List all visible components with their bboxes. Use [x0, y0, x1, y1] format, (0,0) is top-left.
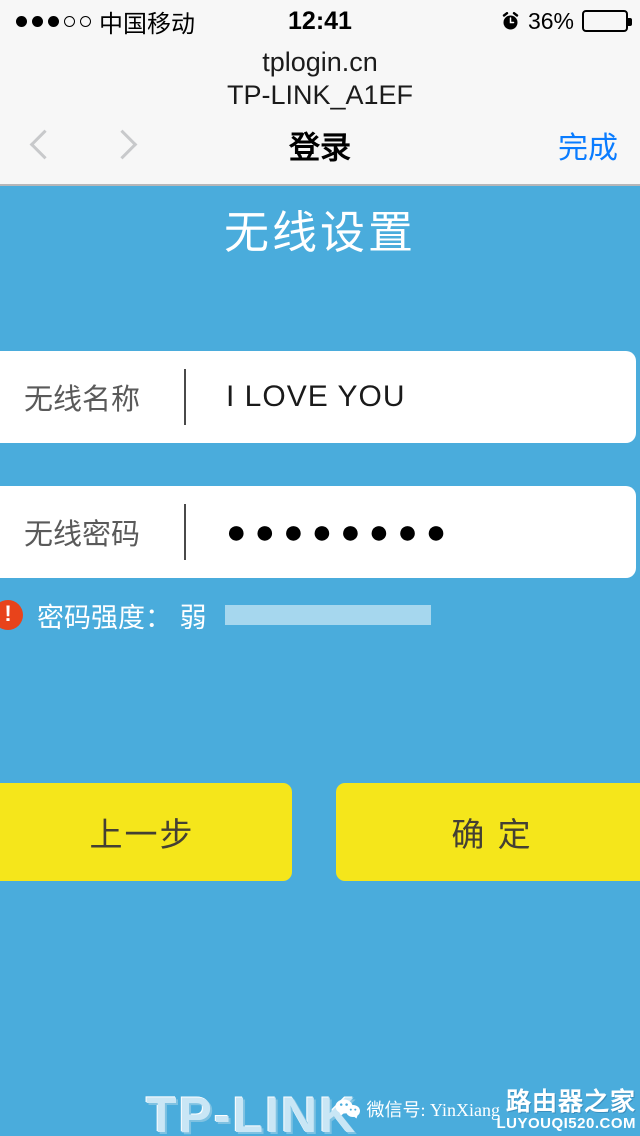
wireless-name-input[interactable]: I LOVE YOU — [226, 380, 406, 414]
router-setup-page: 无线设置 无线名称 I LOVE YOU 无线密码 ●●●●●●●● ! 密码强… — [0, 186, 640, 1136]
password-strength-bar — [224, 605, 431, 625]
wechat-icon — [335, 1098, 361, 1120]
battery-icon — [582, 10, 632, 32]
wechat-id-text: 微信号: YinXiang — [366, 1100, 501, 1120]
wireless-password-input[interactable]: ●●●●●●●● — [226, 513, 454, 552]
password-strength-indicator: ! 密码强度： 弱 — [0, 592, 640, 638]
status-bar: 中国移动 12:41 36% — [0, 0, 640, 42]
wireless-password-field[interactable]: 无线密码 ●●●●●●●● — [0, 486, 636, 578]
wireless-password-label: 无线密码 — [24, 519, 141, 551]
previous-step-button[interactable]: 上一步 — [0, 783, 292, 881]
field-divider — [184, 504, 186, 560]
action-button-row: 上一步 确 定 — [0, 783, 640, 881]
browser-nav-bar: 登录 完成 — [0, 114, 640, 176]
footer-watermarks: TP-LINK 微信号: YinXiang 路由器之家 LUYOUQI520.C… — [0, 1080, 640, 1136]
password-strength-label: 密码强度： 弱 — [37, 602, 207, 633]
url-bar[interactable]: tplogin.cn TP-LINK_A1EF — [0, 42, 640, 112]
site-name-cn: 路由器之家 — [505, 1088, 636, 1117]
tplink-brand-watermark: TP-LINK — [146, 1087, 358, 1136]
wireless-name-field[interactable]: 无线名称 I LOVE YOU — [0, 351, 636, 443]
ios-browser-chrome: 中国移动 12:41 36% tplogin.cn TP-LINK_A1EF 登… — [0, 0, 640, 186]
wireless-settings-heading: 无线设置 — [223, 207, 416, 258]
page-title: 登录 — [289, 130, 351, 166]
status-bar-right: 36% — [501, 0, 632, 42]
url-host: tplogin.cn — [262, 47, 378, 77]
battery-percentage: 36% — [527, 7, 574, 34]
phone-screen: 中国移动 12:41 36% tplogin.cn TP-LINK_A1EF 登… — [0, 0, 640, 1136]
confirm-button[interactable]: 确 定 — [336, 783, 640, 881]
site-url: LUYOUQI520.COM — [496, 1114, 636, 1132]
warning-exclamation-icon: ! — [0, 600, 23, 630]
done-button[interactable]: 完成 — [558, 123, 618, 167]
wechat-watermark: 微信号: YinXiang — [335, 1096, 501, 1122]
wireless-name-label: 无线名称 — [24, 384, 141, 416]
field-divider — [184, 369, 186, 425]
site-watermark: 路由器之家 LUYOUQI520.COM — [496, 1089, 636, 1132]
alarm-clock-icon — [501, 11, 520, 31]
url-page-subtitle: TP-LINK_A1EF — [226, 79, 414, 110]
